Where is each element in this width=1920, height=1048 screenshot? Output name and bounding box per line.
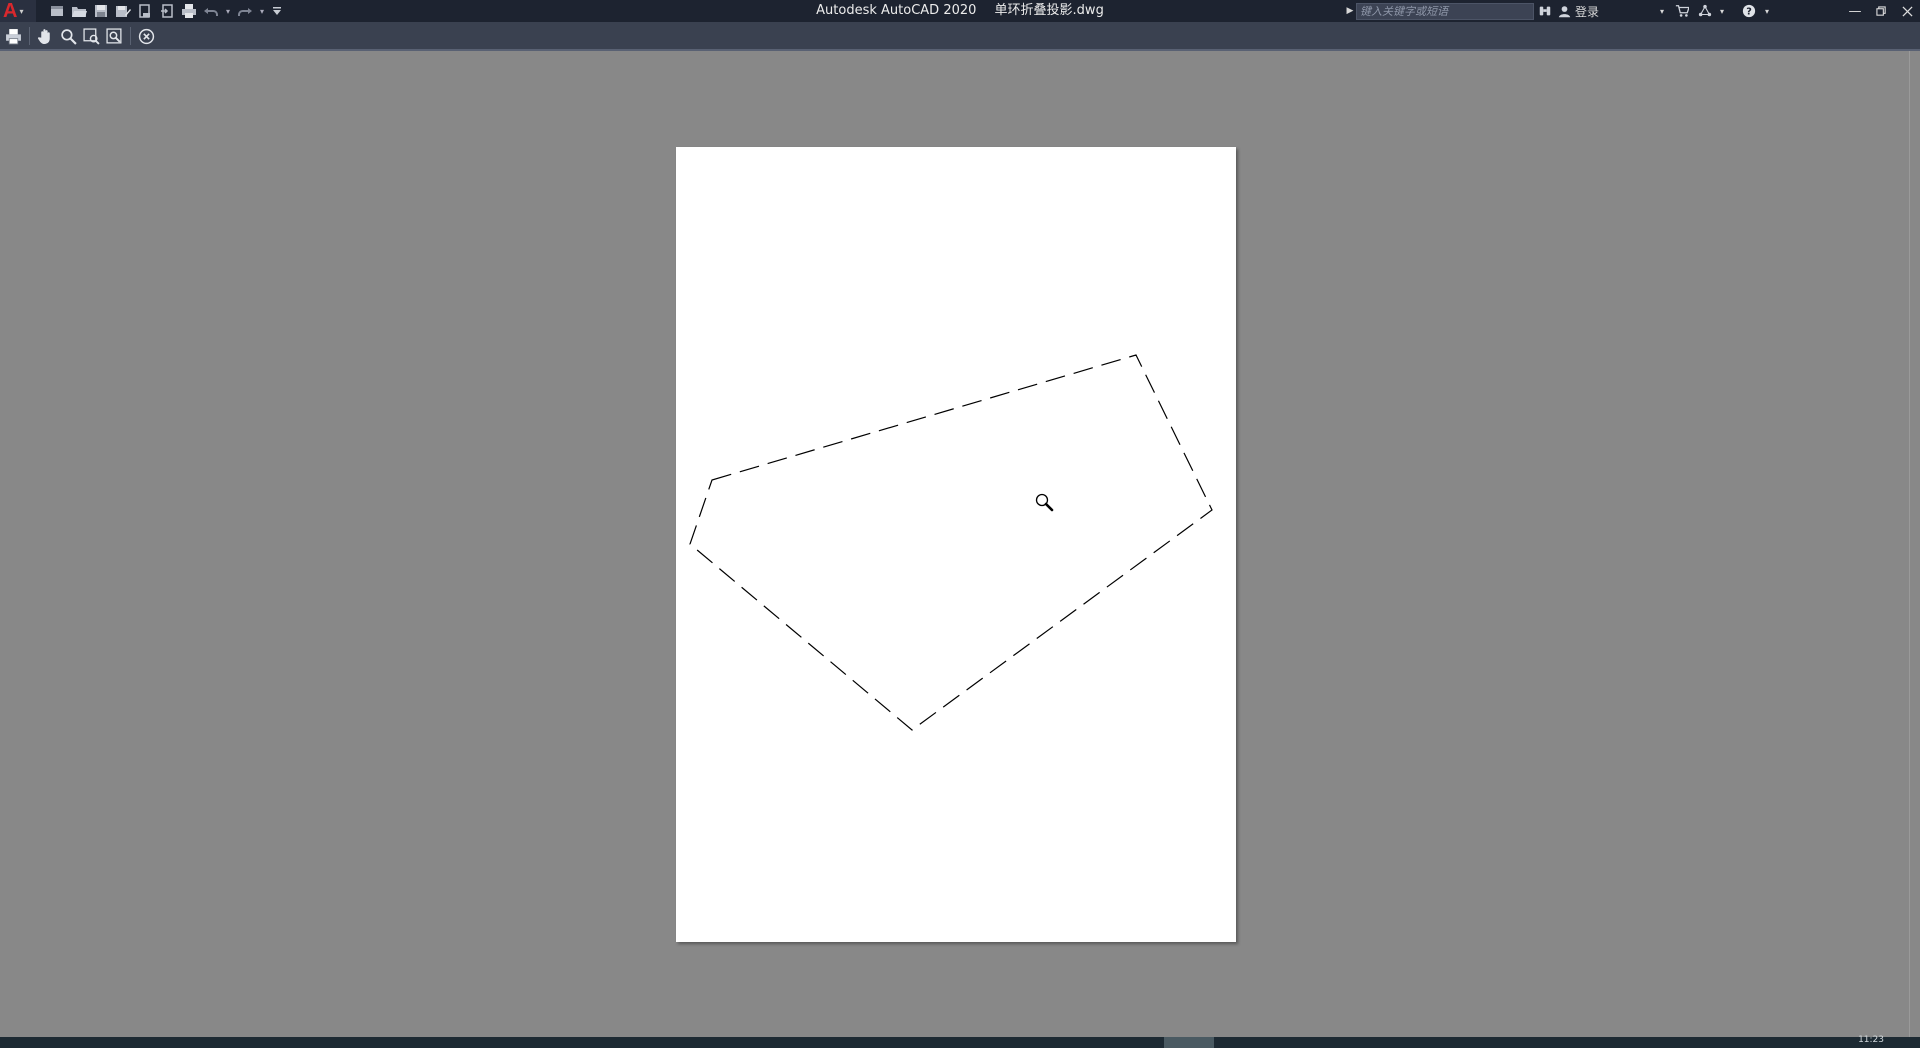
user-icon-button[interactable] xyxy=(1556,0,1572,22)
connect-dropdown[interactable]: ▾ xyxy=(1715,0,1729,22)
expand-search-button[interactable]: ▶ xyxy=(1344,0,1356,22)
cart-icon xyxy=(1675,5,1689,17)
zoom-original-button[interactable] xyxy=(103,25,126,47)
pan-icon xyxy=(37,28,50,44)
chevron-down-icon: ▾ xyxy=(225,6,230,16)
preview-paper[interactable] xyxy=(676,147,1236,942)
zoom-original-icon xyxy=(106,27,122,44)
drawing-canvas xyxy=(689,354,1213,731)
quick-access-toolbar: A ▾ ▾ ▾ xyxy=(0,0,286,22)
plot-button[interactable] xyxy=(2,25,25,47)
save-icon xyxy=(95,5,107,17)
pan-button[interactable] xyxy=(34,25,57,47)
taskbar-strip: 11:23 xyxy=(0,1035,1920,1048)
redo-icon xyxy=(238,8,252,16)
search-input[interactable]: 键入关键字或短语 xyxy=(1356,2,1534,20)
restore-icon xyxy=(1875,5,1886,16)
autocad-logo-icon: A xyxy=(3,0,18,22)
customize-quick-access-button[interactable] xyxy=(268,0,286,22)
chevron-down-icon: ▾ xyxy=(1719,6,1724,16)
toolbar-separator xyxy=(130,27,131,45)
help-dropdown[interactable]: ▾ xyxy=(1761,0,1773,22)
autodesk-app-store-button[interactable] xyxy=(1669,0,1695,22)
help-button[interactable]: ? xyxy=(1737,0,1761,22)
file-name: 单环折叠投影.dwg xyxy=(994,3,1104,18)
undo-dropdown[interactable]: ▾ xyxy=(222,0,234,22)
info-center: ▶ 键入关键字或短语 登录 ▾ ▾ ? ▾ xyxy=(1344,0,1773,22)
close-button[interactable] xyxy=(1894,0,1920,22)
chevron-down-icon: ▾ xyxy=(19,6,24,16)
close-preview-button[interactable] xyxy=(135,25,158,47)
customize-icon xyxy=(273,7,281,15)
close-preview-icon xyxy=(138,28,155,44)
zoom-window-icon xyxy=(83,27,100,45)
zoom-cursor-icon xyxy=(1035,493,1054,512)
save-to-web-button[interactable] xyxy=(156,0,178,22)
save-as-icon xyxy=(116,6,131,17)
chevron-down-icon: ▾ xyxy=(1659,6,1664,16)
chevron-right-icon: ▶ xyxy=(1346,6,1354,16)
undo-button[interactable] xyxy=(200,0,222,22)
new-button[interactable] xyxy=(46,0,68,22)
plot-icon xyxy=(182,4,196,18)
taskbar-active-item[interactable] xyxy=(1164,1037,1214,1048)
login-button[interactable]: 登录 xyxy=(1572,0,1655,22)
restore-button[interactable] xyxy=(1868,0,1894,22)
chevron-down-icon: ▾ xyxy=(259,6,264,16)
open-from-web-button[interactable] xyxy=(134,0,156,22)
close-icon xyxy=(1901,5,1913,17)
plot-preview-toolbar xyxy=(0,22,1920,51)
redo-button[interactable] xyxy=(234,0,256,22)
save-as-button[interactable] xyxy=(112,0,134,22)
user-icon xyxy=(1558,5,1570,17)
open-from-web-icon xyxy=(139,4,150,18)
minimize-button[interactable]: — xyxy=(1842,0,1868,22)
redo-dropdown[interactable]: ▾ xyxy=(256,0,268,22)
clock: 11:23 xyxy=(1858,1035,1884,1045)
new-icon xyxy=(51,6,63,16)
zoom-window-button[interactable] xyxy=(80,25,103,47)
zoom-realtime-icon xyxy=(61,28,77,45)
connect-icon xyxy=(1698,4,1712,17)
stay-connected-button[interactable] xyxy=(1695,0,1715,22)
toolbar-separator xyxy=(29,27,30,45)
search-button[interactable] xyxy=(1534,0,1556,22)
app-title: Autodesk AutoCAD 2020 xyxy=(816,3,977,18)
plot-button[interactable] xyxy=(178,0,200,22)
save-button[interactable] xyxy=(90,0,112,22)
open-icon xyxy=(72,7,87,17)
open-button[interactable] xyxy=(68,0,90,22)
save-to-web-icon xyxy=(161,4,173,18)
login-dropdown[interactable]: ▾ xyxy=(1655,0,1669,22)
zoom-realtime-button[interactable] xyxy=(57,25,80,47)
minimize-icon: — xyxy=(1848,3,1862,19)
plot-icon xyxy=(6,28,21,44)
svg-text:?: ? xyxy=(1746,7,1752,18)
undo-icon xyxy=(204,8,218,16)
vertical-scrollbar[interactable] xyxy=(1909,51,1920,1037)
dashed-polygon xyxy=(689,354,1213,731)
help-icon: ? xyxy=(1742,4,1756,18)
title-bar: A ▾ ▾ ▾ Autodesk AutoCAD 2020 单环折叠投影.dwg… xyxy=(0,0,1920,22)
window-controls: — xyxy=(1842,0,1920,22)
binoculars-icon xyxy=(1539,6,1551,16)
application-menu-button[interactable]: A ▾ xyxy=(0,0,36,22)
chevron-down-icon: ▾ xyxy=(1764,6,1769,16)
